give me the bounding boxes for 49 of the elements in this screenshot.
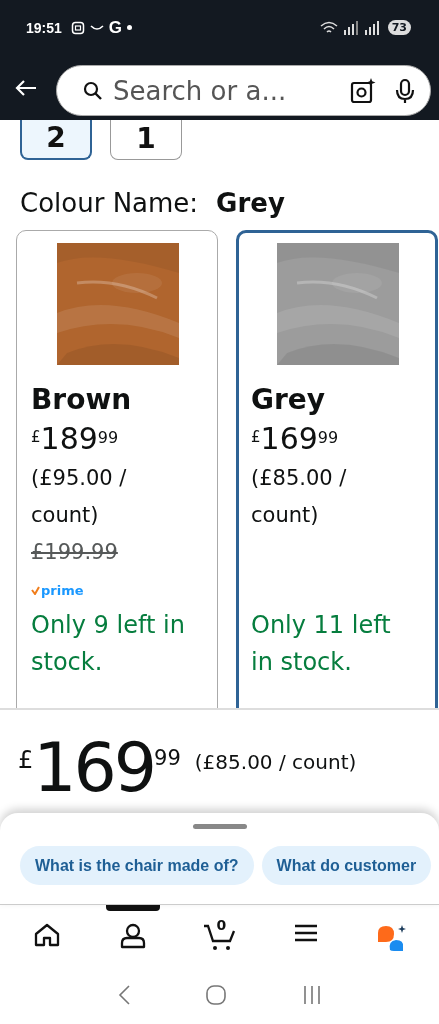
list-price: £199.99	[31, 539, 119, 566]
unit-price: (£95.00 / count)	[31, 465, 128, 529]
drag-handle[interactable]	[192, 824, 247, 829]
notification-icon: G	[108, 17, 123, 38]
back-arrow-icon[interactable]	[14, 77, 38, 98]
search-field[interactable]: Search or a...	[56, 65, 431, 116]
price-fraction: 99	[317, 430, 339, 446]
home-button-icon[interactable]	[205, 983, 228, 1006]
nav-button[interactable]	[120, 923, 147, 949]
clock-time: 19:51	[26, 19, 62, 36]
nav-button[interactable]	[293, 923, 318, 943]
search-icon	[83, 80, 103, 101]
colour-value: Grey	[216, 188, 285, 218]
price-fraction: 99	[154, 747, 181, 769]
price-whole: 169	[33, 733, 155, 802]
chat-bubbles-icon	[375, 923, 408, 953]
dot-icon	[127, 25, 133, 30]
microphone-icon[interactable]	[394, 77, 416, 104]
variant-name: Brown	[31, 383, 133, 416]
currency-symbol: £	[18, 747, 34, 772]
home-icon	[34, 923, 61, 947]
recent-apps-icon[interactable]	[301, 984, 322, 1005]
stock-status: Only 9 left in stock.	[31, 610, 186, 678]
check-icon	[31, 585, 40, 595]
prime-label: prime	[41, 582, 84, 598]
price-whole: 169	[260, 424, 318, 454]
suggestion-chip[interactable]: What do customer	[261, 846, 432, 885]
signal-icon	[342, 20, 359, 35]
currency-symbol: £	[251, 430, 261, 445]
price-fraction: 99	[97, 430, 119, 446]
unit-price: (£85.00 / count)	[194, 749, 357, 774]
pack-size-option[interactable]: 1	[110, 120, 182, 160]
suggestion-chip[interactable]: What is the chair made of?	[20, 846, 254, 885]
signal-icon	[363, 20, 380, 35]
nav-button[interactable]	[34, 923, 61, 947]
battery-level: 73	[387, 20, 411, 35]
wifi-icon	[319, 20, 338, 35]
menu-icon	[293, 923, 318, 943]
currency-symbol: £	[31, 430, 41, 445]
stock-status: Only 11 left in stock.	[251, 610, 392, 678]
person-icon	[120, 923, 147, 949]
camera-icon[interactable]	[350, 77, 376, 104]
pack-size-option[interactable]: 2	[20, 120, 92, 160]
colour-label: Colour Name:	[20, 188, 199, 218]
screenshot-icon	[70, 20, 85, 35]
variant-name: Grey	[251, 383, 327, 416]
price-whole: 189	[40, 424, 98, 454]
unit-price: (£85.00 / count)	[251, 465, 348, 529]
back-icon[interactable]	[117, 983, 132, 1006]
